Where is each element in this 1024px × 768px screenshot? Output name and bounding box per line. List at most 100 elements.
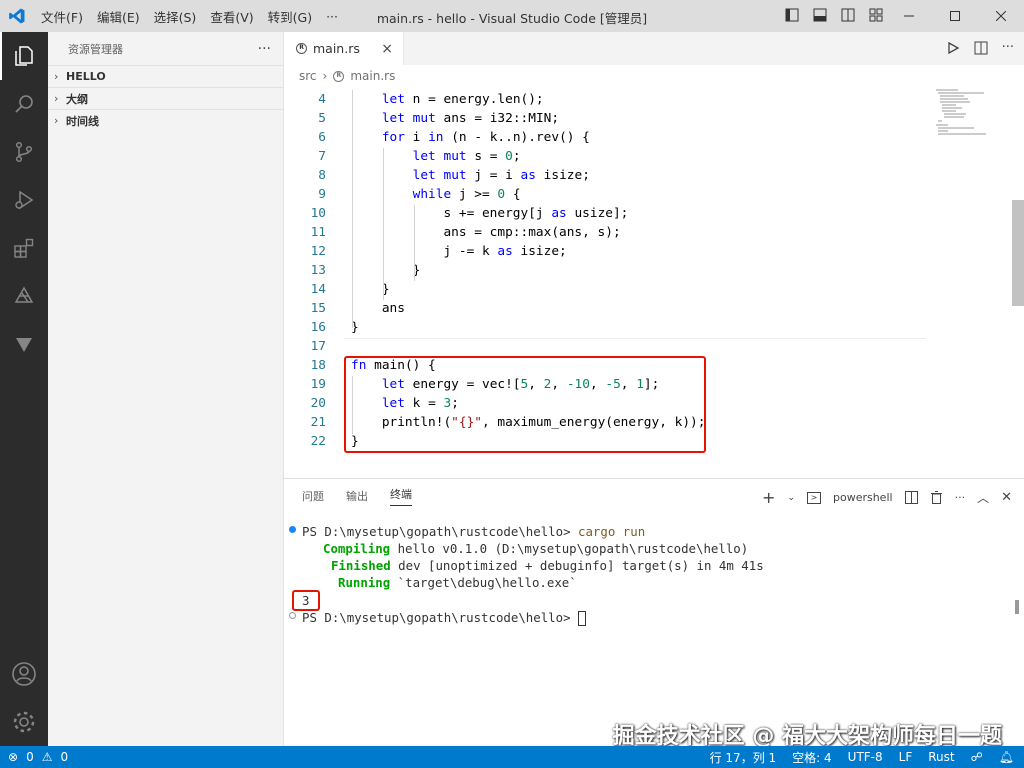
more-actions-icon[interactable]: ··· (1002, 41, 1014, 55)
testing-icon[interactable] (0, 320, 48, 368)
minimize-icon[interactable] (886, 0, 932, 32)
tab-output[interactable]: 输出 (346, 488, 368, 504)
maximize-icon[interactable] (932, 0, 978, 32)
cursor-position[interactable]: 行 17，列 1 (710, 749, 777, 766)
split-terminal-icon[interactable] (904, 491, 918, 504)
status-text: hello v0.1.0 (D:\mysetup\gopath\rustcode… (390, 541, 749, 556)
status-text: `target\debug\hello.exe` (390, 575, 577, 590)
editor-tabs: R main.rs × ··· (284, 32, 1024, 65)
code-text: let mut j = i as isize; (412, 168, 590, 183)
toggle-panel-icon[interactable] (812, 7, 828, 23)
tab-main-rs[interactable]: R main.rs × (284, 32, 404, 65)
code-line[interactable]: 9 while j >= 0 { (284, 185, 924, 204)
close-window-icon[interactable] (978, 0, 1024, 32)
explorer-icon[interactable] (0, 32, 48, 80)
code-line[interactable]: 10 s += energy[j as usize]; (284, 204, 924, 223)
code-line[interactable]: 11 ans = cmp::max(ans, s); (284, 223, 924, 242)
accounts-icon[interactable] (0, 650, 48, 698)
sidebar-more-button[interactable]: ··· (258, 41, 271, 57)
maximize-panel-icon[interactable]: ︿ (977, 489, 989, 506)
minimap[interactable] (934, 88, 1006, 148)
split-editor-icon[interactable] (974, 41, 988, 55)
more-actions-icon[interactable]: ··· (955, 491, 966, 504)
line-number: 5 (318, 111, 326, 126)
kill-terminal-icon[interactable] (930, 491, 943, 504)
search-icon[interactable] (0, 80, 48, 128)
feedback-icon[interactable]: ☍ (971, 750, 983, 764)
bottom-panel: 问题 输出 终端 + ⌄ > powershell ··· ︿ ✕ PS D:\… (284, 478, 1024, 746)
source-control-icon[interactable] (0, 128, 48, 176)
command: cargo run (578, 524, 646, 539)
menu-selection[interactable]: 选择(S) (147, 7, 204, 26)
layout-controls (784, 7, 884, 23)
tab-close-icon[interactable]: × (381, 41, 393, 57)
editor-scrollbar-thumb[interactable] (1012, 200, 1024, 306)
code-line[interactable]: 8 let mut j = i as isize; (284, 166, 924, 185)
chevron-right-icon: › (54, 92, 59, 105)
menu-goto[interactable]: 转到(G) (261, 7, 319, 26)
code-line[interactable]: 5 let mut ans = i32::MIN; (284, 109, 924, 128)
line-number: 22 (310, 434, 326, 449)
terminal-line: PS D:\mysetup\gopath\rustcode\hello> car… (302, 523, 645, 540)
line-number: 10 (310, 206, 326, 221)
chevron-right-icon: › (54, 114, 59, 127)
customize-layout-icon[interactable] (868, 7, 884, 23)
breadcrumb-folder[interactable]: src (299, 69, 317, 83)
sidebar-header: 资源管理器 ··· (48, 32, 283, 65)
error-count: 0 (26, 750, 34, 764)
notifications-bell-icon[interactable]: 🔔︎ (999, 750, 1014, 764)
indentation[interactable]: 空格: 4 (792, 749, 832, 766)
sidebar-title: 资源管理器 (68, 42, 123, 56)
section-hello[interactable]: › HELLO (48, 65, 283, 87)
code-line[interactable]: 17 (284, 337, 924, 356)
status-keyword: Finished (331, 558, 391, 573)
editor-actions: ··· (946, 41, 1014, 55)
toggle-sidebar-icon[interactable] (784, 7, 800, 23)
settings-gear-icon[interactable] (0, 698, 48, 746)
encoding[interactable]: UTF-8 (848, 750, 883, 764)
vscode-logo-icon[interactable] (0, 0, 34, 32)
end-of-line[interactable]: LF (899, 750, 913, 764)
tab-problems[interactable]: 问题 (302, 488, 324, 504)
code-line[interactable]: 14 } (284, 280, 924, 299)
code-line[interactable]: 6 for i in (n - k..n).rev() { (284, 128, 924, 147)
terminal-line: Compiling hello v0.1.0 (D:\mysetup\gopat… (302, 540, 748, 557)
terminal-shell-icon[interactable]: > (806, 491, 821, 504)
status-keyword: Running (338, 575, 391, 590)
tab-terminal[interactable]: 终端 (390, 486, 412, 506)
status-bar: ⊗ 0 ⚠ 0 行 17，列 1 空格: 4 UTF-8 LF Rust ☍ 🔔︎ (0, 746, 1024, 768)
line-number: 13 (310, 263, 326, 278)
run-code-icon[interactable] (946, 41, 960, 55)
new-terminal-icon[interactable]: + (762, 488, 775, 507)
warning-count: 0 (60, 750, 69, 764)
terminal-scrollbar[interactable] (1015, 600, 1019, 614)
chevron-down-icon[interactable]: ⌄ (787, 493, 795, 503)
close-panel-icon[interactable]: ✕ (1001, 490, 1012, 505)
section-timeline[interactable]: › 时间线 (48, 109, 283, 131)
language-mode[interactable]: Rust (928, 750, 954, 764)
problems-status[interactable]: ⊗ 0 ⚠ 0 (0, 750, 68, 764)
section-outline[interactable]: › 大纲 (48, 87, 283, 109)
menu-file[interactable]: 文件(F) (34, 7, 90, 26)
extensions-icon[interactable] (0, 224, 48, 272)
code-line[interactable]: 4 let n = energy.len(); (284, 90, 924, 109)
run-debug-icon[interactable] (0, 176, 48, 224)
code-line[interactable]: 16} (284, 318, 924, 337)
section-label: 大纲 (66, 92, 88, 106)
title-bar: 文件(F) 编辑(E) 选择(S) 查看(V) 转到(G) ··· main.r… (0, 0, 1024, 32)
section-label: HELLO (66, 70, 106, 83)
code-text: let mut s = 0; (412, 149, 521, 164)
warning-icon: ⚠ (41, 750, 53, 764)
menu-edit[interactable]: 编辑(E) (90, 7, 147, 26)
menu-more[interactable]: ··· (319, 9, 345, 24)
toggle-secondary-sidebar-icon[interactable] (840, 7, 856, 23)
code-line[interactable]: 13 } (284, 261, 924, 280)
code-line[interactable]: 12 j -= k as isize; (284, 242, 924, 261)
code-line[interactable]: 7 let mut s = 0; (284, 147, 924, 166)
shell-name[interactable]: powershell (833, 491, 893, 504)
menu-view[interactable]: 查看(V) (203, 7, 260, 26)
line-number: 9 (318, 187, 326, 202)
code-text: ans = cmp::max(ans, s); (351, 225, 621, 240)
code-line[interactable]: 15 ans (284, 299, 924, 318)
remote-explorer-icon[interactable] (0, 272, 48, 320)
